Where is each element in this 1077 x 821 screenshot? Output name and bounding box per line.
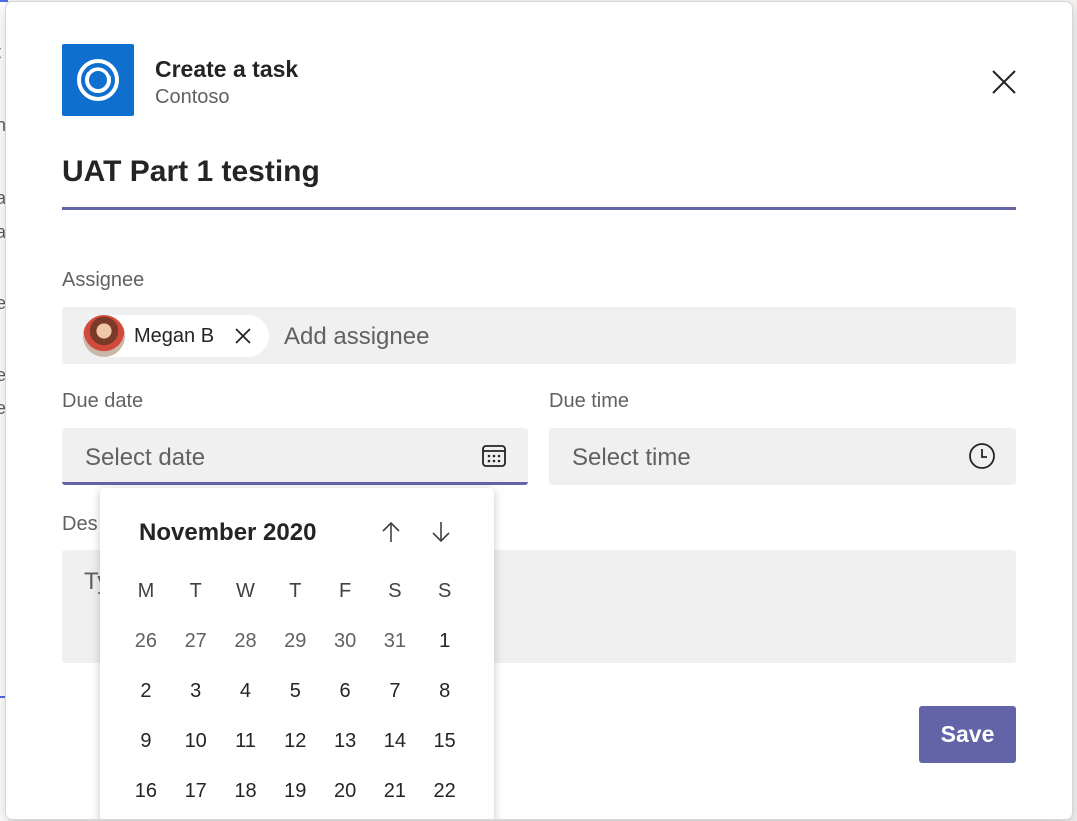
contoso-logo-icon xyxy=(77,59,119,101)
calendar-day[interactable]: 11 xyxy=(221,716,271,766)
background-text-fragment: t xyxy=(0,42,1,63)
weekday-label: S xyxy=(438,580,452,602)
avatar xyxy=(83,315,125,357)
calendar-day[interactable]: 20 xyxy=(320,766,370,816)
close-icon xyxy=(992,70,1016,94)
calendar-day[interactable]: 17 xyxy=(171,766,221,816)
calendar-icon[interactable] xyxy=(480,442,508,470)
calendar-week-row: 16 17 18 19 20 21 22 xyxy=(121,766,491,816)
clock-icon[interactable] xyxy=(968,442,996,470)
next-month-button[interactable] xyxy=(427,518,455,546)
app-logo xyxy=(62,44,134,116)
dialog-title: Create a task xyxy=(155,56,299,82)
calendar-day[interactable]: 28 xyxy=(221,616,271,666)
calendar-day[interactable]: 1 xyxy=(420,616,470,666)
task-title-input[interactable]: UAT Part 1 testing xyxy=(62,152,1016,210)
calendar-week-row: 2345678 xyxy=(121,666,491,716)
due-time-input[interactable] xyxy=(570,428,934,487)
calendar-day[interactable]: 21 xyxy=(370,766,420,816)
calendar-day[interactable]: 14 xyxy=(370,716,420,766)
calendar-day[interactable]: 3 xyxy=(171,666,221,716)
calendar-day[interactable]: 15 xyxy=(420,716,470,766)
arrow-up-icon xyxy=(382,521,400,542)
dialog-header: Create a task Contoso xyxy=(155,54,298,110)
calendar-day[interactable]: 9 xyxy=(121,716,171,766)
calendar-day[interactable]: 5 xyxy=(270,666,320,716)
due-time-field[interactable] xyxy=(549,428,1016,487)
close-icon xyxy=(235,328,251,344)
calendar-day[interactable]: 10 xyxy=(171,716,221,766)
create-task-dialog: Create a task Contoso UAT Part 1 testing… xyxy=(6,2,1072,819)
assignee-chip-name: Megan B xyxy=(134,324,215,347)
calendar-week-row: 9 10 11 12 13 14 15 xyxy=(121,716,491,766)
calendar-day[interactable]: 4 xyxy=(221,666,271,716)
calendar-day[interactable]: 12 xyxy=(270,716,320,766)
dialog-subtitle: Contoso xyxy=(155,86,230,108)
weekday-label: T xyxy=(289,580,302,602)
calendar-day[interactable]: 7 xyxy=(370,666,420,716)
calendar-grid: M T W T F S S 26 27 28 29 30 31 1 2 3 4 5 6 7 8 9 10 11 1… xyxy=(121,566,491,816)
weekday-header-row: M T W T F S S xyxy=(121,566,491,616)
calendar-weeks: 26 27 28 29 30 31 1 2 3 4 5 6 7 8 9 10 11 12 13 14 15 16 17 18 1… xyxy=(121,616,491,816)
calendar-month-label: November 2020 xyxy=(139,519,317,546)
weekday-label: W xyxy=(236,580,255,602)
assignee-label: Assignee xyxy=(62,269,145,291)
calendar-day[interactable]: 13 xyxy=(320,716,370,766)
due-date-field[interactable] xyxy=(62,428,528,487)
calendar-day[interactable]: 29 xyxy=(270,616,320,666)
calendar-day[interactable]: 30 xyxy=(320,616,370,666)
description-label: Des xyxy=(62,513,98,535)
save-button[interactable]: Save xyxy=(919,706,1016,763)
calendar-day[interactable]: 26 xyxy=(121,616,171,666)
calendar-day[interactable]: 2 xyxy=(121,666,171,716)
weekday-label: M xyxy=(137,580,155,602)
calendar-day[interactable]: 22 xyxy=(420,766,470,816)
add-assignee-input[interactable] xyxy=(282,307,986,366)
close-button[interactable] xyxy=(986,64,1022,100)
assignee-chip[interactable]: Megan B xyxy=(83,315,269,357)
weekday-label: F xyxy=(338,580,352,602)
calendar-week-row: 26 27 28 29 30 31 1 xyxy=(121,616,491,666)
calendar-day[interactable]: 8 xyxy=(420,666,470,716)
date-picker-popup: November 2020 M T W T F S S 26 27 28 29 30 31… xyxy=(100,488,494,819)
due-date-label: Due date xyxy=(62,390,144,412)
calendar-day[interactable]: 16 xyxy=(121,766,171,816)
calendar-day[interactable]: 19 xyxy=(270,766,320,816)
calendar-day[interactable]: 27 xyxy=(171,616,221,666)
due-time-label: Due time xyxy=(549,390,630,412)
previous-month-button[interactable] xyxy=(377,518,405,546)
arrow-down-icon xyxy=(432,522,450,543)
calendar-day[interactable]: 18 xyxy=(221,766,271,816)
weekday-label: T xyxy=(189,580,202,602)
weekday-label: S xyxy=(388,580,402,602)
calendar-day[interactable]: 31 xyxy=(370,616,420,666)
assignee-field[interactable]: Megan B xyxy=(62,307,1016,366)
remove-assignee-button[interactable] xyxy=(234,327,252,345)
background-accent-line xyxy=(0,0,8,2)
due-date-input[interactable] xyxy=(83,428,447,487)
calendar-day[interactable]: 6 xyxy=(320,666,370,716)
